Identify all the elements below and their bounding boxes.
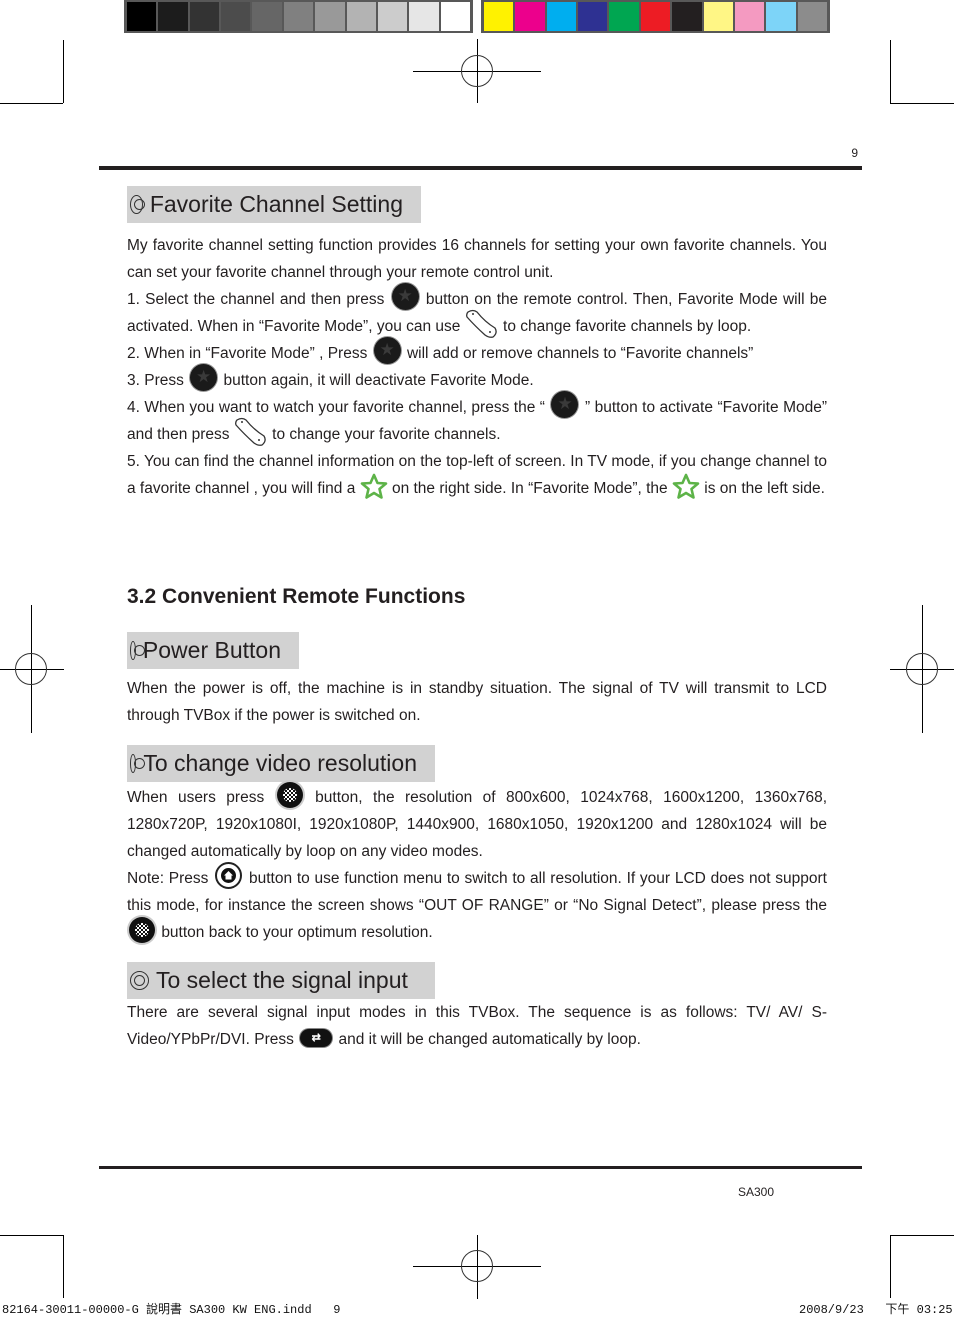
section-heading-text: To change video resolution [143, 750, 417, 776]
section-heading-signal: To select the signal input [127, 962, 435, 999]
body-text: and it will be changed automatically by … [338, 1031, 641, 1048]
source-button-icon: ⇄ [300, 1028, 333, 1047]
color-swatch [797, 2, 827, 31]
favorite-intro: My favorite channel setting function pro… [127, 237, 827, 281]
section-heading-resolution: To change video resolution [127, 745, 435, 782]
signal-text: There are several signal input modes in … [127, 999, 827, 1053]
favorite-button-icon: ★ [190, 364, 218, 392]
crop-mark-bottom-right [890, 1235, 891, 1298]
gray-swatch [189, 2, 220, 31]
favorite-step-4: 4. When you want to watch your favorite … [127, 391, 827, 448]
favorite-step-2: 2. When in “Favorite Mode” , Press ★ wil… [127, 337, 827, 367]
grayscale-color-bar [124, 0, 473, 33]
body-text: Note: Press [127, 870, 209, 887]
step-text: on the right side. In “Favorite Mode”, t… [391, 480, 668, 497]
footer-rule [99, 1166, 862, 1169]
step-text: 4. When you want to watch your favorite … [127, 399, 545, 416]
color-swatch [672, 2, 702, 31]
color-swatch [734, 2, 765, 31]
crop-mark-top-right [890, 40, 891, 103]
resolution-button-icon [276, 781, 303, 808]
section-heading-power: Power Button [127, 632, 299, 669]
section-heading-favorite: Favorite Channel Setting [127, 186, 421, 223]
resolution-button-icon [129, 916, 155, 943]
signal-body: There are several signal input modes in … [127, 999, 827, 1053]
favorite-step-3: 3. Press ★ button again, it will deactiv… [127, 364, 827, 394]
print-slug-right: 2008/9/23 下午 03:25: [799, 1303, 954, 1317]
crop-mark-bottom-left-h [0, 1235, 63, 1236]
step-text: is on the left side. [704, 480, 825, 497]
step-text: to change favorite channels by loop. [503, 318, 752, 335]
favorite-star-indicator-icon [360, 473, 388, 499]
resolution-body: When users press button, the resolution … [127, 781, 827, 946]
color-swatch [640, 2, 671, 31]
crop-mark-top-right-h [890, 103, 954, 104]
color-swatch [515, 2, 545, 31]
section-heading-text: Power Button [142, 637, 281, 663]
favorite-star-indicator-icon [672, 473, 700, 499]
gray-swatch [158, 2, 188, 31]
double-circle-bullet-icon [130, 754, 146, 773]
resolution-text: When users press button, the resolution … [127, 781, 827, 865]
color-swatch [703, 2, 733, 31]
step-text: to change your favorite channels. [272, 426, 501, 443]
channel-rocker-icon [234, 416, 268, 446]
gray-swatch [221, 2, 251, 31]
favorite-button-icon: ★ [391, 283, 419, 311]
color-swatch [546, 2, 577, 31]
print-slug-left: 82164-30011-00000-G 說明書 SA300 KW ENG.ind… [2, 1303, 341, 1317]
double-circle-bullet-icon [130, 195, 145, 214]
favorite-button-icon: ★ [373, 337, 401, 365]
color-swatch [766, 2, 796, 31]
crop-mark-top-left-h [0, 103, 63, 104]
crop-mark-top-left [63, 40, 64, 103]
favorite-button-icon: ★ [551, 391, 579, 419]
chapter-title: 3.2 Convenient Remote Functions [127, 585, 466, 608]
process-color-bar [481, 0, 830, 33]
body-text: button back to your optimum resolution. [161, 924, 433, 941]
gray-swatch [283, 2, 314, 31]
double-circle-bullet-icon [130, 971, 149, 990]
body-text: When users press [127, 789, 265, 806]
footer-model-name: SA300 [738, 1185, 775, 1199]
menu-home-button-icon [215, 862, 243, 890]
crop-mark-bottom-right-h [890, 1235, 954, 1236]
step-text: button again, it will deactivate Favorit… [223, 372, 534, 389]
registration-mark-right-circle [906, 653, 938, 685]
gray-swatch [440, 2, 470, 31]
gray-swatch [252, 2, 282, 31]
registration-mark-top-circle [461, 55, 493, 87]
step-text: 2. When in “Favorite Mode” , Press [127, 345, 368, 362]
gray-swatch [315, 2, 345, 31]
page-number: 9 [851, 146, 858, 160]
step-text: 3. Press [127, 372, 184, 389]
gray-swatch [346, 2, 376, 31]
resolution-note: Note: Press button to use function menu … [127, 862, 827, 946]
favorite-step-1: 1. Select the channel and then press ★ b… [127, 283, 827, 340]
power-text: When the power is off, the machine is in… [127, 680, 827, 724]
color-swatch [484, 2, 514, 31]
gray-swatch [409, 2, 439, 31]
crop-mark-bottom-left [63, 1235, 64, 1298]
registration-mark-left-circle [15, 653, 47, 685]
step-text: will add or remove channels to “Favorite… [406, 345, 754, 362]
registration-mark-bottom-circle [461, 1250, 493, 1282]
double-circle-bullet-icon [130, 641, 145, 660]
section-heading-text: Favorite Channel Setting [149, 191, 403, 217]
section-heading-text: To select the signal input [156, 967, 408, 993]
gray-swatch [377, 2, 408, 31]
power-body: When the power is off, the machine is in… [127, 675, 827, 729]
gray-swatch [127, 2, 157, 31]
step-text: 1. Select the channel and then press [127, 291, 385, 308]
favorite-step-5: 5. You can find the channel information … [127, 448, 827, 502]
color-swatch [578, 2, 608, 31]
favorite-body: My favorite channel setting function pro… [127, 232, 827, 502]
channel-rocker-icon [465, 308, 499, 338]
color-swatch [609, 2, 639, 31]
header-rule [99, 166, 862, 170]
